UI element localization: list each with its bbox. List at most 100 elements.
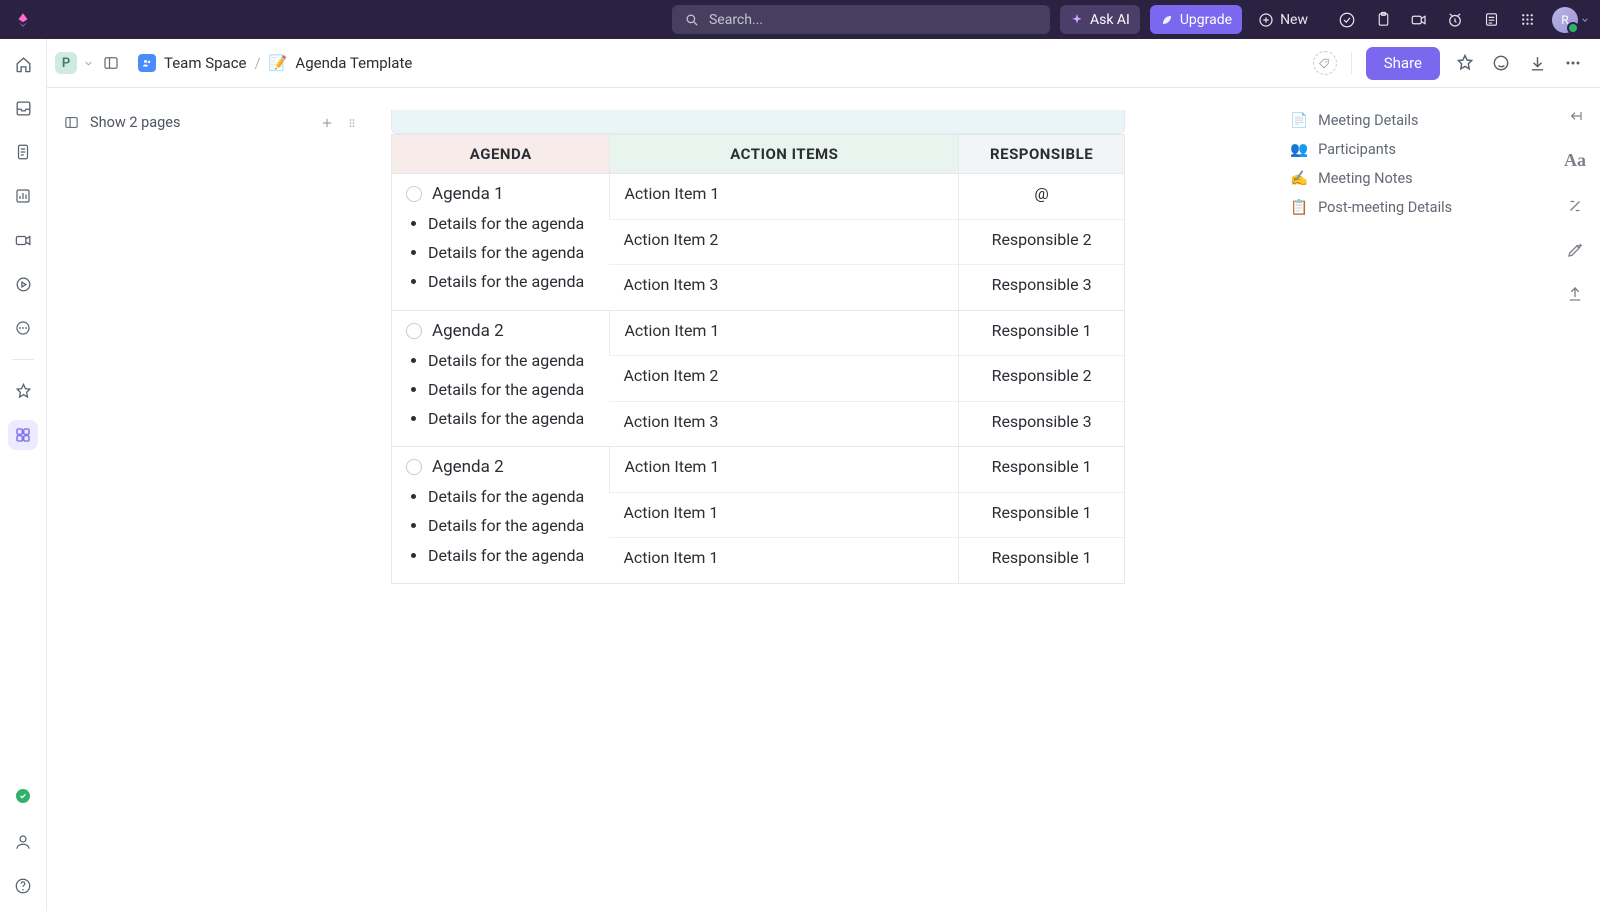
ask-ai-button[interactable]: Ask AI <box>1060 5 1140 34</box>
outline-emoji-icon: 📄 <box>1290 112 1308 129</box>
profile-menu[interactable]: R <box>1546 7 1590 33</box>
agenda-detail[interactable]: Details for the agen­da <box>428 378 595 401</box>
action-item-cell[interactable]: Action Item 1 <box>609 492 958 538</box>
agenda-title[interactable]: Agenda 1 <box>432 184 504 204</box>
agenda-detail[interactable]: Details for the agen­da <box>428 407 595 430</box>
new-button[interactable]: New <box>1252 5 1314 34</box>
check-circle-icon[interactable] <box>1338 11 1356 29</box>
agenda-cell[interactable]: Agenda 2 Details for the agen­da Details f… <box>392 310 609 447</box>
top-icon-tray <box>1338 11 1536 29</box>
dashboard-icon[interactable] <box>8 181 38 211</box>
timesheet-icon[interactable] <box>8 269 38 299</box>
doc-emoji-icon: 📝 <box>269 54 288 72</box>
action-item-cell[interactable]: Action Item 1 <box>609 446 958 492</box>
tags-button[interactable] <box>1313 51 1337 75</box>
document-area[interactable]: Show 2 pages AGENDA ACTION ITEMS <box>47 88 1290 911</box>
more-icon[interactable] <box>8 313 38 343</box>
agenda-title[interactable]: Agenda 2 <box>432 457 504 477</box>
action-item-cell[interactable]: Action Item 1 <box>609 310 958 356</box>
outline-emoji-icon: 👥 <box>1290 141 1308 158</box>
action-item-cell[interactable]: Action Item 2 <box>609 355 958 401</box>
workspace-chip[interactable]: P <box>55 52 77 74</box>
breadcrumb-space[interactable]: Team Space <box>164 54 247 72</box>
app-logo-icon[interactable] <box>14 11 32 29</box>
more-options-icon[interactable] <box>1562 52 1584 74</box>
chevron-down-icon[interactable] <box>83 58 94 69</box>
inbox-icon[interactable] <box>8 93 38 123</box>
col-actions[interactable]: ACTION ITEMS <box>609 134 958 173</box>
action-item-cell[interactable]: Action Item 1 <box>609 173 958 219</box>
responsible-cell[interactable]: Responsible 2 <box>958 355 1124 401</box>
add-page-icon[interactable] <box>320 116 334 130</box>
sidebar-toggle-icon[interactable] <box>102 54 120 72</box>
outline-item[interactable]: 📋Post-meeting Details <box>1290 193 1550 222</box>
outline-item[interactable]: 📄Meeting Details <box>1290 106 1550 135</box>
docs-icon[interactable] <box>8 137 38 167</box>
agenda-detail[interactable]: Details for the agen­da <box>428 270 595 293</box>
clips-icon[interactable] <box>8 225 38 255</box>
agenda-detail[interactable]: Details for the agen­da <box>428 349 595 372</box>
clipboard-icon[interactable] <box>1374 11 1392 29</box>
radio-icon[interactable] <box>406 323 422 339</box>
agenda-detail[interactable]: Details for the agen­da <box>428 544 595 567</box>
agenda-detail[interactable]: Details for the agen­da <box>428 485 595 508</box>
upgrade-button[interactable]: Upgrade <box>1150 5 1242 34</box>
chevron-down-icon <box>1580 15 1590 25</box>
radio-icon[interactable] <box>406 459 422 475</box>
breadcrumb-doc[interactable]: Agenda Template <box>295 54 412 72</box>
left-nav <box>0 39 47 911</box>
outline-item[interactable]: 👥 Participants <box>1290 135 1550 164</box>
help-icon[interactable] <box>8 871 38 901</box>
agenda-title[interactable]: Agenda 2 <box>432 321 504 341</box>
home-icon[interactable] <box>8 49 38 79</box>
action-item-cell[interactable]: Action Item 3 <box>609 401 958 447</box>
spaces-icon[interactable] <box>8 420 38 450</box>
share-button[interactable]: Share <box>1366 47 1440 80</box>
action-item-cell[interactable]: Action Item 2 <box>609 219 958 265</box>
ai-edit-icon[interactable] <box>1566 241 1584 259</box>
pages-toggle-icon[interactable] <box>63 114 80 131</box>
typography-icon[interactable]: Aa <box>1564 150 1586 171</box>
apps-grid-icon[interactable] <box>1518 11 1536 29</box>
agenda-cell[interactable]: Agenda 1 Details for the agen­da Details f… <box>392 173 609 310</box>
status-online-icon[interactable] <box>16 789 30 803</box>
show-pages-label[interactable]: Show 2 pages <box>90 114 180 131</box>
action-item-cell[interactable]: Action Item 1 <box>609 537 958 583</box>
responsible-cell[interactable]: Responsible 1 <box>958 537 1124 583</box>
outline-item[interactable]: ✍️Meeting Notes <box>1290 164 1550 193</box>
breadcrumb-separator: / <box>255 54 261 72</box>
agenda-detail[interactable]: Details for the agen­da <box>428 212 595 235</box>
outline-label: Participants <box>1318 141 1396 158</box>
responsible-cell[interactable]: Responsible 1 <box>958 446 1124 492</box>
radio-icon[interactable] <box>406 186 422 202</box>
star-icon[interactable] <box>1454 52 1476 74</box>
export-icon[interactable] <box>1566 285 1584 303</box>
collapse-icon[interactable] <box>1565 108 1585 124</box>
banner-strip <box>391 110 1125 134</box>
responsible-cell[interactable]: Responsible 1 <box>958 492 1124 538</box>
invite-icon[interactable] <box>8 827 38 857</box>
alarm-icon[interactable] <box>1446 11 1464 29</box>
video-icon[interactable] <box>1410 11 1428 29</box>
download-icon[interactable] <box>1526 52 1548 74</box>
responsible-cell[interactable]: Responsible 3 <box>958 264 1124 310</box>
agenda-cell[interactable]: Agenda 2 Details for the agen­da Details f… <box>392 446 609 583</box>
plus-circle-icon <box>1258 12 1274 28</box>
search-input[interactable]: Search... <box>672 5 1050 34</box>
favorites-icon[interactable] <box>8 376 38 406</box>
outline-panel: 📄Meeting Details 👥 Participants ✍️Meeting N… <box>1290 88 1550 911</box>
action-item-cell[interactable]: Action Item 3 <box>609 264 958 310</box>
responsible-cell[interactable]: @ <box>958 173 1124 219</box>
agenda-detail[interactable]: Details for the agen­da <box>428 241 595 264</box>
agenda-table[interactable]: AGENDA ACTION ITEMS RESPONSIBLE Agenda 1… <box>391 134 1125 584</box>
responsible-cell[interactable]: Responsible 2 <box>958 219 1124 265</box>
connect-icon[interactable] <box>1566 197 1584 215</box>
col-responsible[interactable]: RESPONSIBLE <box>958 134 1124 173</box>
responsible-cell[interactable]: Responsible 1 <box>958 310 1124 356</box>
responsible-cell[interactable]: Responsible 3 <box>958 401 1124 447</box>
drag-handle-icon[interactable] <box>346 116 358 130</box>
notepad-icon[interactable] <box>1482 11 1500 29</box>
comments-icon[interactable] <box>1490 52 1512 74</box>
col-agenda[interactable]: AGENDA <box>392 134 609 173</box>
agenda-detail[interactable]: Details for the agen­da <box>428 514 595 537</box>
